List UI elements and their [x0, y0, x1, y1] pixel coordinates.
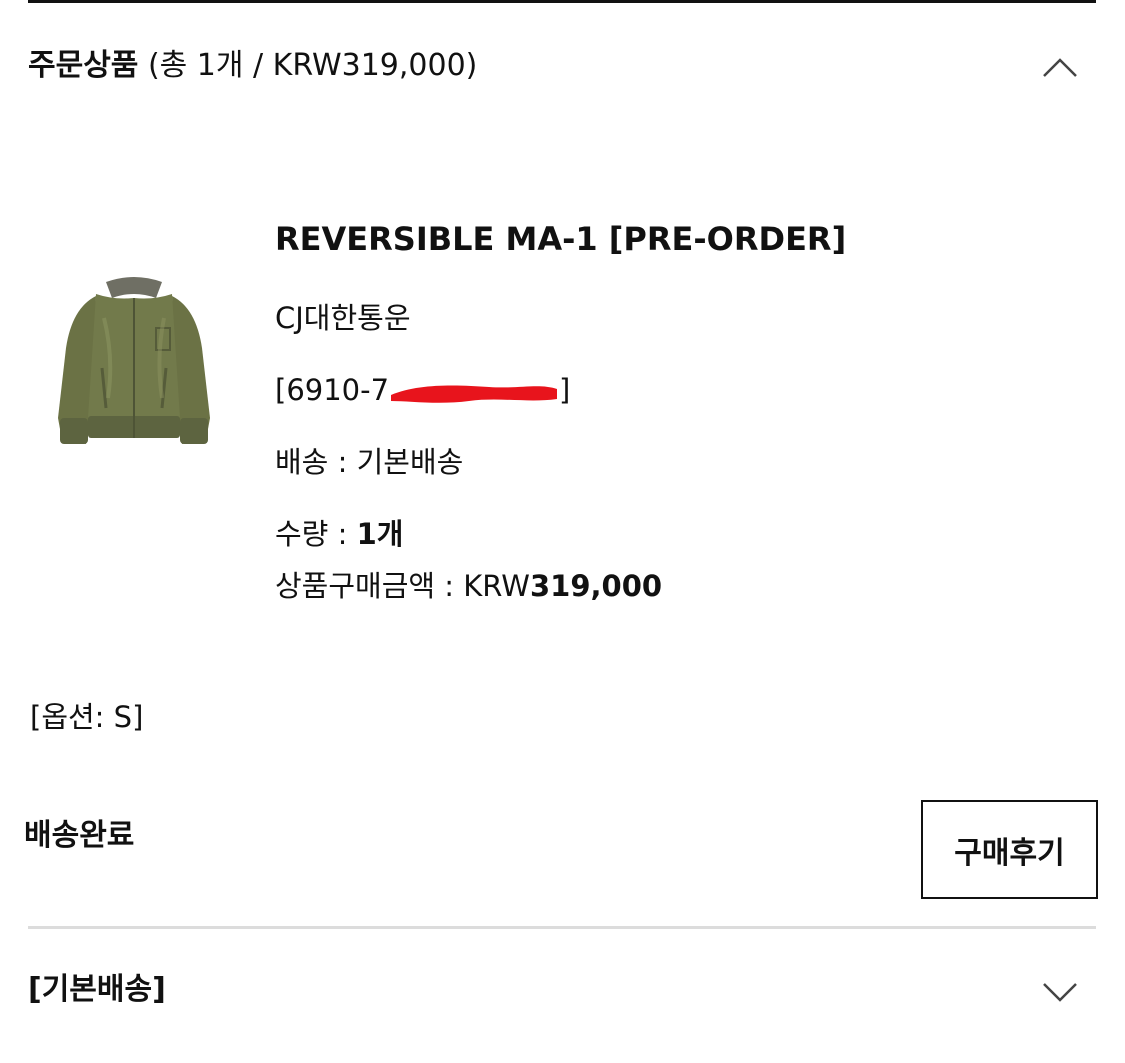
order-items-header[interactable]: 주문상품 (총 1개 / KRW319,000) — [28, 40, 1098, 96]
section-divider — [28, 926, 1096, 929]
top-divider — [28, 0, 1096, 3]
basic-shipping-label: [기본배송] — [28, 972, 166, 1007]
order-items-heading: 주문상품 — [28, 48, 139, 83]
quantity-label: 수량 : — [275, 517, 357, 551]
basic-shipping-header[interactable]: [기본배송] — [28, 962, 1098, 1022]
product-name[interactable]: REVERSIBLE MA-1 [PRE-ORDER] — [275, 218, 846, 260]
courier-name: CJ대한통운 — [275, 301, 411, 335]
quantity: 수량 : 1개 — [275, 514, 403, 554]
chevron-up-icon[interactable] — [1040, 52, 1080, 82]
tracking-number[interactable]: [6910-7] — [275, 370, 570, 410]
purchase-amount-label: 상품구매금액 : KRW — [275, 569, 530, 603]
purchase-amount-value: 319,000 — [529, 569, 663, 603]
redaction-mark — [391, 385, 558, 403]
olive-bomber-jacket-image[interactable] — [44, 268, 224, 458]
purchase-amount: 상품구매금액 : KRW319,000 — [275, 566, 662, 606]
shipping-method-value: 기본배송 — [356, 445, 464, 479]
order-items-summary: (총 1개 / KRW319,000) — [147, 48, 478, 83]
tracking-number-visible: [6910-7 — [275, 373, 390, 407]
chevron-down-icon[interactable] — [1040, 976, 1080, 1006]
delivery-status: 배송완료 — [24, 818, 135, 853]
order-items-title: 주문상품 (총 1개 / KRW319,000) — [28, 46, 477, 86]
shipping-method-label: 배송 : — [275, 445, 357, 479]
purchase-review-button[interactable]: 구매후기 — [921, 800, 1098, 899]
option-size: [옵션: S] — [30, 700, 144, 734]
tracking-number-end: ] — [559, 373, 571, 407]
quantity-value: 1개 — [356, 517, 404, 551]
shipping-method: 배송 : 기본배송 — [275, 442, 463, 482]
